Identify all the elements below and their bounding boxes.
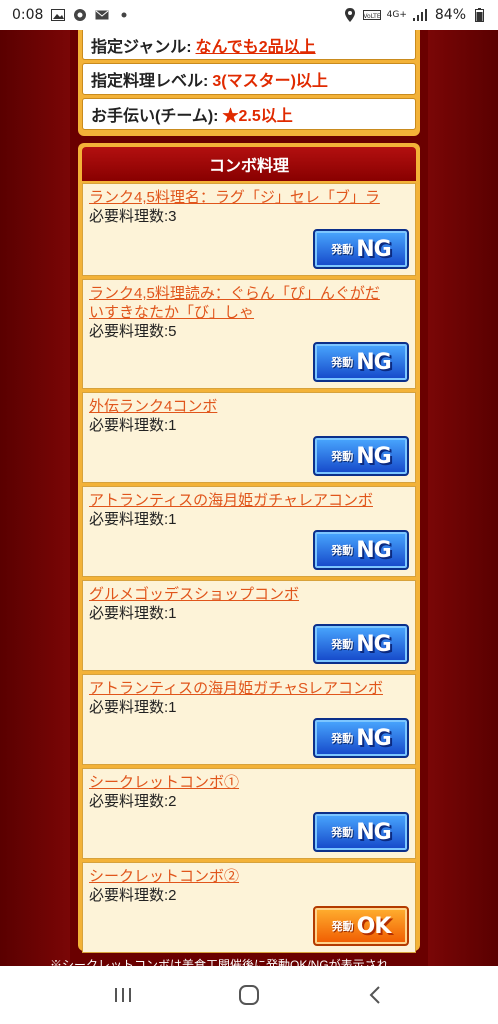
combo-name-link[interactable]: アトランティスの海月姫ガチャレアコンボ [89, 491, 409, 510]
recent-apps-icon[interactable] [103, 975, 143, 1015]
activation-ng-badge: 発動 NG [313, 229, 409, 269]
badge-status: OK [356, 913, 392, 939]
required-count: 必要料理数:2 [89, 887, 177, 904]
required-count: 必要料理数:3 [89, 208, 177, 225]
combo-item: アトランティスの海月姫ガチャレアコンボ 必要料理数:1 発動 NG [82, 486, 416, 577]
activation-ng-badge: 発動 NG [313, 530, 409, 570]
chrome-icon [73, 8, 87, 22]
combo-name-link[interactable]: いすきなたか「び」しゃ [89, 303, 409, 322]
mail-icon [95, 8, 109, 22]
badge-status: NG [356, 631, 391, 657]
badge-prefix: 発動 [331, 544, 354, 557]
combo-item: 外伝ランク4コンボ 必要料理数:1 発動 NG [82, 392, 416, 483]
page-content: 指定ジャンル: なんでも2品以上 指定料理レベル: 3(マスター)以上 お手伝い… [0, 30, 498, 966]
status-time: 0:08 [12, 7, 44, 23]
dot-icon [117, 8, 131, 22]
condition-label: 指定料理レベル: [91, 73, 209, 90]
badge-status: NG [356, 236, 391, 262]
badge-prefix: 発動 [331, 920, 354, 933]
activation-ng-badge: 発動 NG [313, 812, 409, 852]
activation-ng-badge: 発動 NG [313, 342, 409, 382]
required-count: 必要料理数:2 [89, 793, 177, 810]
required-count: 必要料理数:1 [89, 699, 177, 716]
combo-item: グルメゴッデスショップコンボ 必要料理数:1 発動 NG [82, 580, 416, 671]
footnote: ※シークレットコンボは美食工開催後に発動OK/NGが表示され [50, 958, 389, 966]
badge-prefix: 発動 [331, 826, 354, 839]
combo-item: ランク4,5料理読み：ぐらん「ぴ」んぐがだ いすきなたか「び」しゃ 必要料理数:5 発… [82, 279, 416, 389]
condition-label: お手伝い(チーム): [91, 108, 219, 125]
status-right: VoLTE 4G+ 84% [343, 7, 486, 23]
combo-name-link[interactable]: ランク4,5料理読み：ぐらん「ぴ」んぐがだ [89, 284, 409, 303]
combo-name-link[interactable]: 外伝ランク4コンボ [89, 397, 409, 416]
signal-icon [412, 8, 427, 22]
battery-icon [472, 8, 486, 22]
activation-ng-badge: 発動 NG [313, 624, 409, 664]
required-count: 必要料理数:5 [89, 323, 177, 340]
combo-list: ランク4,5料理名：ラグ「ジ」セレ「ブ」ラ 必要料理数:3 発動 NG ランク4,5料理… [82, 183, 416, 953]
combo-section: コンボ料理 ランク4,5料理名：ラグ「ジ」セレ「ブ」ラ 必要料理数:3 発動 NG ラン… [78, 143, 420, 953]
badge-prefix: 発動 [331, 450, 354, 463]
condition-label: 指定ジャンル: [91, 38, 192, 56]
condition-row-helper: お手伝い(チーム): ★2.5以上 [82, 98, 416, 130]
badge-status: NG [356, 349, 391, 375]
badge-status: NG [356, 725, 391, 751]
required-count: 必要料理数:1 [89, 605, 177, 622]
combo-name-link[interactable]: アトランティスの海月姫ガチャSレアコンボ [89, 679, 409, 698]
location-icon [343, 8, 357, 22]
combo-name-link[interactable]: シークレットコンボ② [89, 867, 409, 886]
combo-header: コンボ料理 [82, 147, 416, 181]
condition-value-link[interactable]: なんでも2品以上 [196, 33, 316, 57]
badge-status: NG [356, 819, 391, 845]
badge-prefix: 発動 [331, 243, 354, 256]
back-icon[interactable] [355, 975, 395, 1015]
network-label: 4G+ [386, 10, 407, 20]
condition-value: ★2.5以上 [222, 108, 293, 125]
image-icon [51, 8, 66, 22]
status-bar: 0:08 VoLTE 4G+ 84% [0, 0, 498, 30]
badge-prefix: 発動 [331, 356, 354, 369]
condition-row-genre: 指定ジャンル: なんでも2品以上 [82, 30, 416, 60]
condition-row-level: 指定料理レベル: 3(マスター)以上 [82, 63, 416, 95]
combo-item: シークレットコンボ① 必要料理数:2 発動 NG [82, 768, 416, 859]
required-count: 必要料理数:1 [89, 417, 177, 434]
badge-prefix: 発動 [331, 732, 354, 745]
badge-status: NG [356, 537, 391, 563]
combo-name-link[interactable]: シークレットコンボ① [89, 773, 409, 792]
combo-name-link[interactable]: ランク4,5料理名：ラグ「ジ」セレ「ブ」ラ [89, 188, 409, 207]
navigation-bar [0, 966, 498, 1024]
combo-name-link[interactable]: グルメゴッデスショップコンボ [89, 585, 409, 604]
svg-text:VoLTE: VoLTE [363, 13, 380, 20]
combo-item: シークレットコンボ② 必要料理数:2 発動 OK [82, 862, 416, 953]
home-icon[interactable] [229, 975, 269, 1015]
condition-value: 3(マスター)以上 [212, 73, 328, 90]
conditions-box: 指定ジャンル: なんでも2品以上 指定料理レベル: 3(マスター)以上 お手伝い… [78, 30, 420, 136]
required-count: 必要料理数:1 [89, 511, 177, 528]
badge-status: NG [356, 443, 391, 469]
activation-ng-badge: 発動 NG [313, 436, 409, 476]
volte-icon: VoLTE [362, 8, 381, 22]
combo-item: ランク4,5料理名：ラグ「ジ」セレ「ブ」ラ 必要料理数:3 発動 NG [82, 183, 416, 276]
combo-item: アトランティスの海月姫ガチャSレアコンボ 必要料理数:1 発動 NG [82, 674, 416, 765]
battery-percent: 84% [434, 7, 466, 23]
activation-ng-badge: 発動 NG [313, 718, 409, 758]
status-left: 0:08 [12, 7, 131, 23]
activation-ok-badge: 発動 OK [313, 906, 409, 946]
badge-prefix: 発動 [331, 638, 354, 651]
